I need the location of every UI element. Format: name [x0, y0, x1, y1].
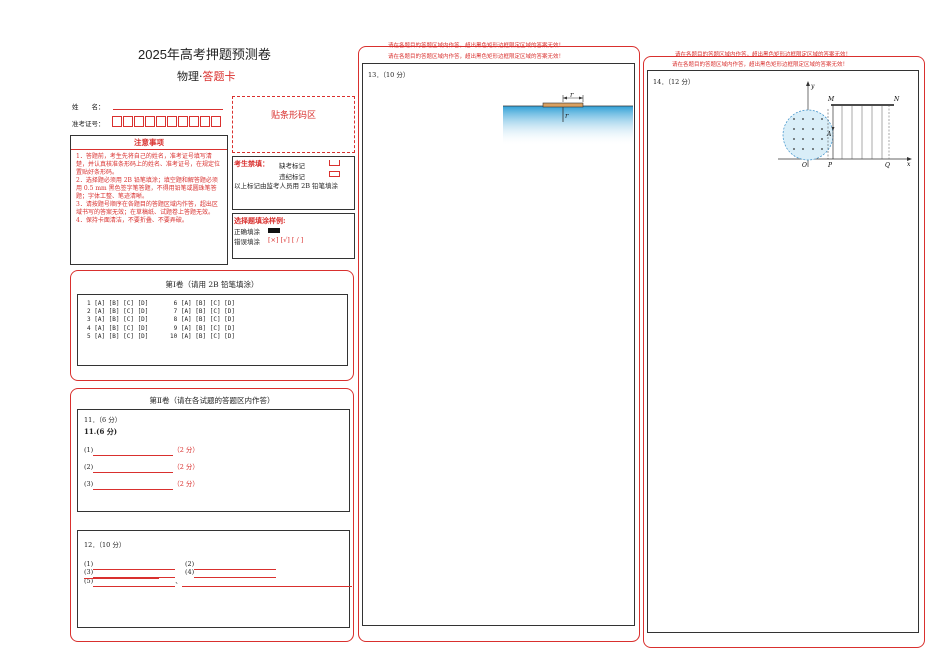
barcode-area: 贴条形码区	[232, 96, 355, 153]
page-title: 2025年高考押题预测卷	[138, 47, 271, 62]
notice-item: 1．答题前，考生先将自己的姓名，准考证号填写清楚，并认真核准条形码上的姓名、准考…	[76, 153, 221, 176]
choice-row[interactable]: 2 [A] [B] [C] [D]	[87, 308, 148, 316]
dim-arrow-left	[563, 96, 567, 100]
violation-checkbox[interactable]	[329, 171, 340, 177]
q11-line-label: (2)	[84, 463, 94, 471]
y-axis-arrow	[806, 81, 810, 86]
exam-status-box: 考生禁填： 缺考标记 违纪标记 以上标记由监考人员用 2B 铅笔填涂	[232, 156, 355, 210]
choice-row[interactable]: 3 [A] [B] [C] [D]	[87, 316, 148, 324]
section1-title: 第Ⅰ卷（请用 2B 铅笔填涂）	[165, 280, 259, 289]
q11-line-3[interactable]: (3) （2 分）	[84, 471, 199, 490]
name-field[interactable]	[113, 109, 223, 110]
choice-row[interactable]: 8 [A] [B] [C] [D]	[170, 316, 235, 324]
magnetic-field-circle	[782, 109, 834, 161]
absent-checkbox[interactable]	[329, 160, 340, 166]
absent-label: 缺考标记	[279, 162, 305, 170]
q11-line-label: (3)	[84, 480, 94, 488]
q11-box[interactable]: 11．（6 分） 11.(6 分) (1) （2 分） (2) （2 分） (3) （…	[77, 409, 350, 512]
q12-line-6[interactable]	[84, 578, 159, 579]
fill-example-box: 选择题填涂样例: 正确填涂 错误填涂 [×] [√] [ / ]	[232, 213, 355, 259]
id-label: 准考证号：	[72, 120, 105, 128]
q11-line-score: （2 分）	[173, 463, 199, 471]
q14-answer-box[interactable]: 14．（12 分） x y M N A O P Q	[647, 70, 919, 633]
q11-line-label: (1)	[84, 446, 94, 454]
choice-row[interactable]: 4 [A] [B] [C] [D]	[87, 325, 148, 333]
exam-status-note: 以上标记由监考人员用 2B 铅笔填涂	[234, 182, 339, 190]
wrong-fill-label: 错误填涂	[234, 238, 260, 246]
choice-grid: 1 [A] [B] [C] [D] 2 [A] [B] [C] [D] 3 [A…	[77, 294, 348, 366]
label-p: P	[827, 162, 833, 169]
choice-row[interactable]: 9 [A] [B] [C] [D]	[170, 325, 235, 333]
correct-fill-label: 正确填涂	[234, 228, 260, 236]
violation-label: 违纪标记	[279, 173, 305, 181]
q12-box[interactable]: 12．（10 分） (1) (2) (3) (4) (5)、	[77, 530, 352, 628]
x-axis-label: x	[907, 161, 911, 168]
id-cells[interactable]	[112, 116, 222, 127]
q14-figure: x y M N A O P Q	[778, 81, 912, 169]
notice-list: 1．答题前，考生先将自己的姓名，准考证号填写清楚，并认真核准条形码上的姓名、准考…	[71, 150, 227, 225]
section2-title: 第Ⅱ卷（请在各试题的答题区内作答）	[149, 396, 275, 405]
dim-arrow-right	[579, 96, 583, 100]
choice-row[interactable]: 5 [A] [B] [C] [D]	[87, 333, 148, 341]
q11-line-score: （2 分）	[173, 446, 199, 454]
q11-line-score: （2 分）	[173, 480, 199, 488]
q13-warning-inner: 请在各题目的答题区域内作答，超出黑色矩形边框限定区域的答案无效！	[388, 54, 565, 60]
choice-row[interactable]: 6 [A] [B] [C] [D]	[170, 300, 235, 308]
choice-row[interactable]: 1 [A] [B] [C] [D]	[87, 300, 148, 308]
label-q: Q	[885, 162, 890, 169]
choice-column-right: 6 [A] [B] [C] [D] 7 [A] [B] [C] [D] 8 [A…	[170, 300, 235, 341]
notice-box: 注意事项 1．答题前，考生先将自己的姓名，准考证号填写清楚，并认真核准条形码上的…	[70, 135, 228, 265]
q13-answer-box[interactable]: 13．（10 分） r r	[362, 63, 635, 626]
notice-item: 4．保持卡面清洁，不要折叠、不要弄破。	[76, 217, 188, 224]
exam-status-label: 考生禁填：	[234, 159, 269, 168]
name-label: 姓 名：	[72, 103, 105, 111]
choice-column-left: 1 [A] [B] [C] [D] 2 [A] [B] [C] [D] 3 [A…	[87, 300, 148, 341]
section2-box: 第Ⅱ卷（请在各试题的答题区内作答） 11．（6 分） 11.(6 分) (1) （…	[70, 388, 354, 642]
y-axis-label: y	[810, 83, 815, 90]
notice-item: 2．选择题必须用 2B 铅笔填涂；填空题和解答题必须用 0.5 mm 黑色签字笔…	[76, 177, 218, 200]
notice-title: 注意事项	[71, 136, 227, 150]
correct-fill-mark	[268, 228, 280, 233]
q14-warning-top: 请在各题目的答题区域内作答，超出黑色矩形边框限定区域的答案无效！	[675, 52, 852, 58]
q11-bold-label: 11.(6 分)	[84, 427, 118, 436]
barcode-label: 贴条形码区	[270, 111, 316, 121]
label-a: A	[826, 131, 832, 138]
label-m: M	[827, 96, 835, 103]
q14-header: 14．（12 分）	[653, 78, 695, 86]
q13-figure: r r	[503, 92, 633, 146]
q13-header: 13．（10 分）	[368, 71, 410, 79]
electric-field-lines	[841, 105, 890, 159]
subtitle-subject: 物理·	[177, 70, 203, 83]
choice-row[interactable]: 7 [A] [B] [C] [D]	[170, 308, 235, 316]
q11-header: 11．（6 分）	[84, 416, 122, 424]
label-n: N	[893, 96, 900, 103]
floating-disc	[542, 102, 584, 108]
q13-warning-top: 请在各题目的答题区域内作答，超出黑色矩形边框限定区域的答案无效！	[388, 43, 565, 49]
page-subtitle: 物理·答题卡	[177, 68, 236, 84]
section1-box: 第Ⅰ卷（请用 2B 铅笔填涂） 1 [A] [B] [C] [D] 2 [A] …	[70, 270, 354, 381]
subtitle-card: 答题卡	[202, 70, 236, 83]
q12-header: 12．（10 分）	[84, 541, 126, 549]
wrong-fill-marks: [×] [√] [ / ]	[268, 236, 304, 244]
q14-warning-inner: 请在各题目的答题区域内作答，超出黑色矩形边框限定区域的答案无效！	[672, 62, 849, 68]
notice-item: 3．请按题号顺序在各题目的答题区域内作答，超出区域书写的答案无效；在草稿纸、试题…	[76, 201, 218, 216]
label-o: O	[802, 162, 807, 169]
fill-example-label: 选择题填涂样例:	[234, 216, 286, 225]
choice-row[interactable]: 10 [A] [B] [C] [D]	[170, 333, 235, 341]
